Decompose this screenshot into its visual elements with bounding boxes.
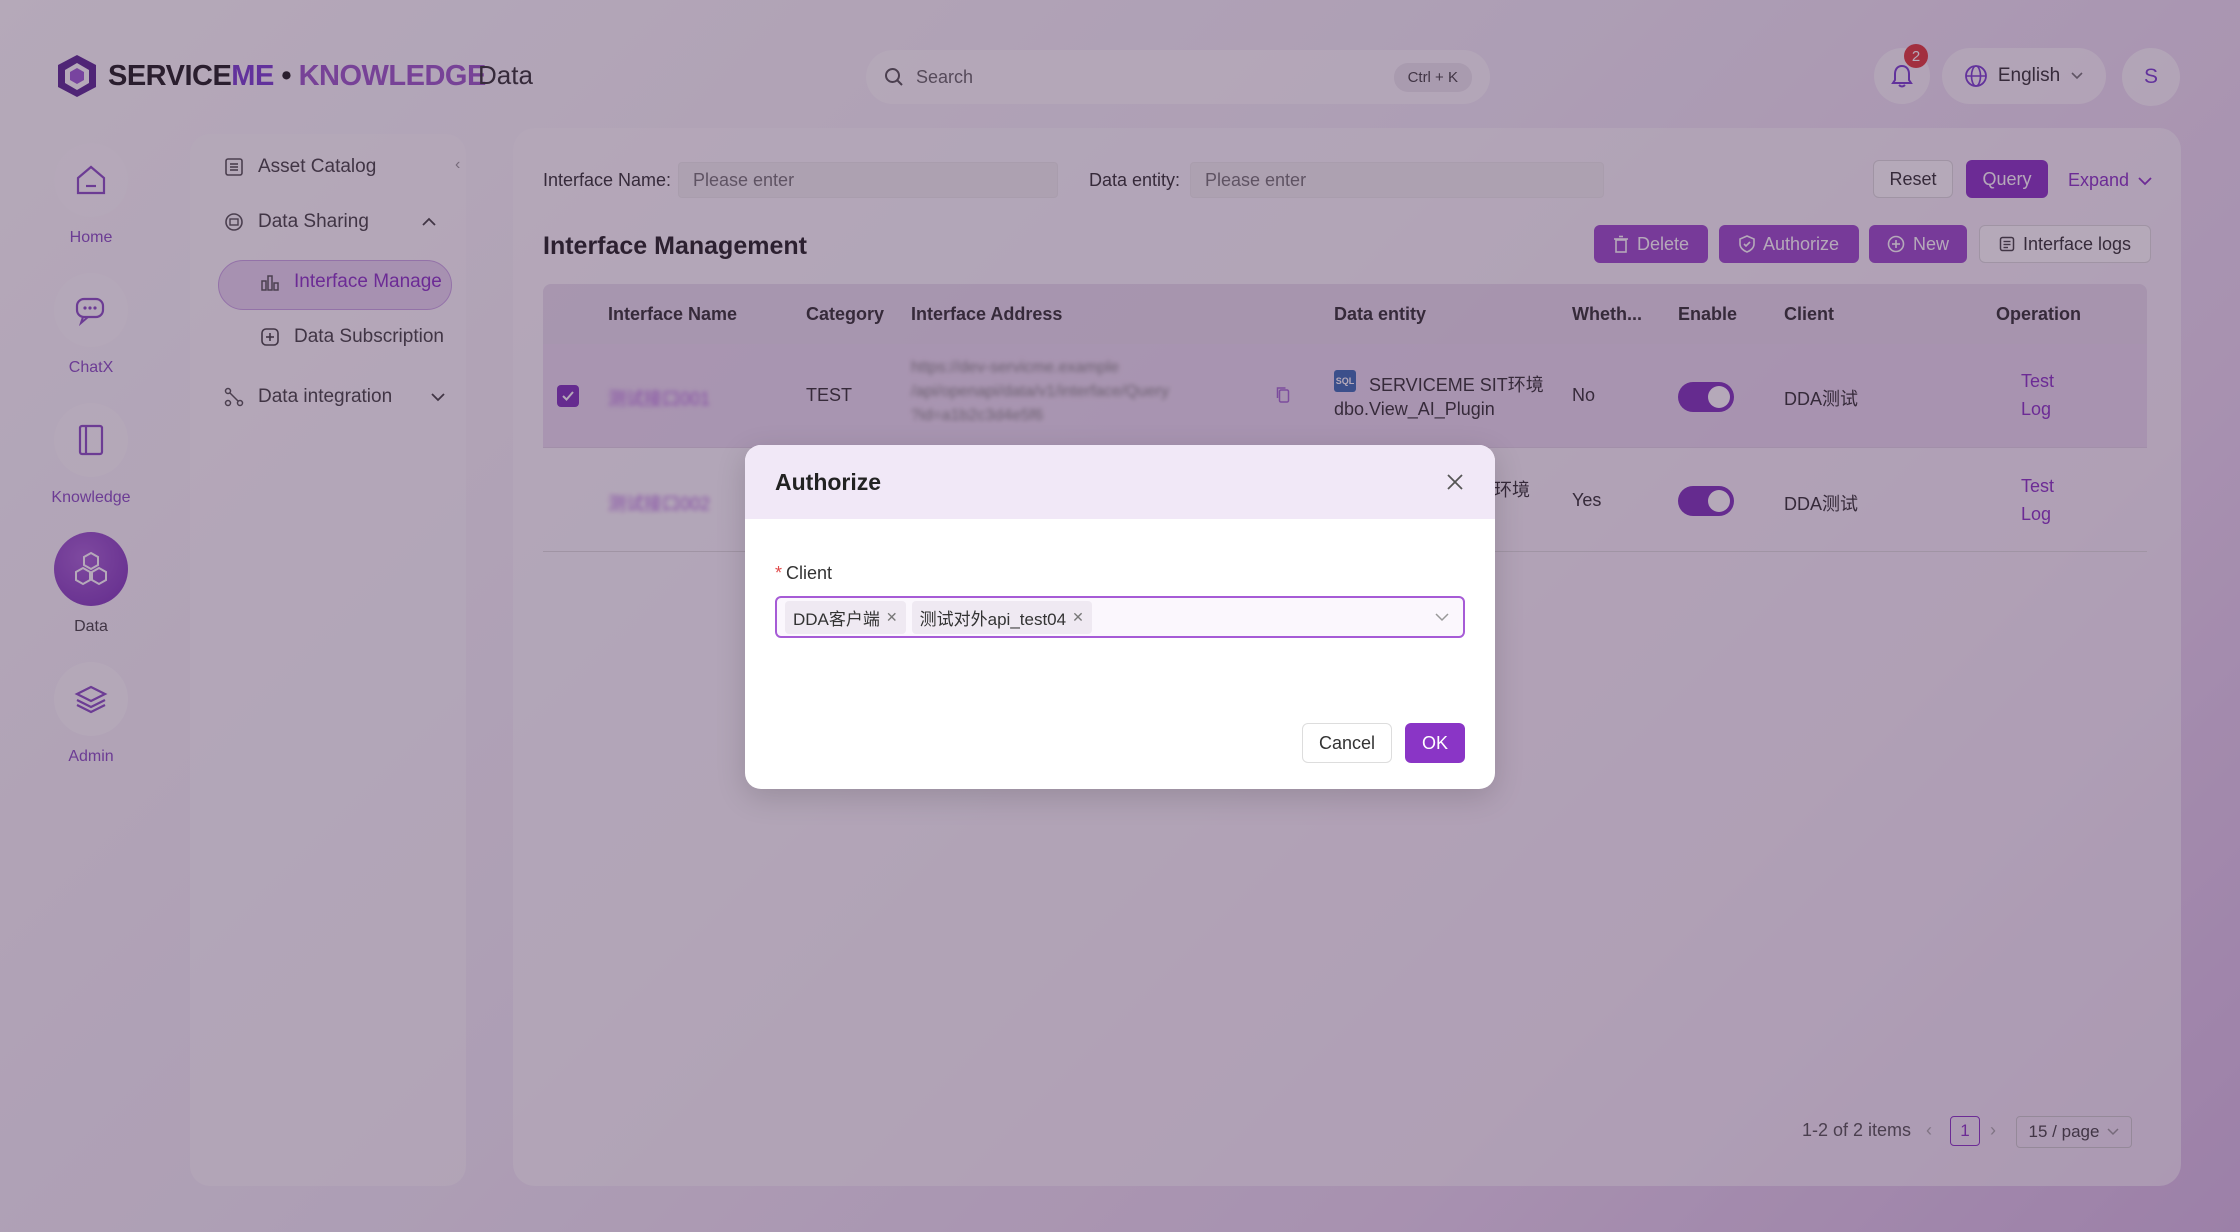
ok-button[interactable]: OK bbox=[1405, 723, 1465, 763]
authorize-dialog: Authorize * Client DDA客户端 ✕ 测试对外api_test0… bbox=[745, 445, 1495, 789]
client-tag: DDA客户端 ✕ bbox=[785, 600, 906, 634]
dialog-title: Authorize bbox=[775, 468, 882, 495]
cancel-button[interactable]: Cancel bbox=[1302, 723, 1392, 763]
dialog-header: Authorize bbox=[745, 445, 1495, 519]
remove-tag-icon[interactable]: ✕ bbox=[1072, 609, 1084, 626]
remove-tag-icon[interactable]: ✕ bbox=[886, 609, 898, 626]
client-tag: 测试对外api_test04 ✕ bbox=[911, 600, 1092, 634]
close-icon[interactable] bbox=[1445, 472, 1465, 492]
client-multiselect[interactable]: DDA客户端 ✕ 测试对外api_test04 ✕ bbox=[775, 596, 1465, 638]
chevron-down-icon[interactable] bbox=[1435, 612, 1449, 622]
client-field-label: * Client bbox=[775, 563, 833, 583]
